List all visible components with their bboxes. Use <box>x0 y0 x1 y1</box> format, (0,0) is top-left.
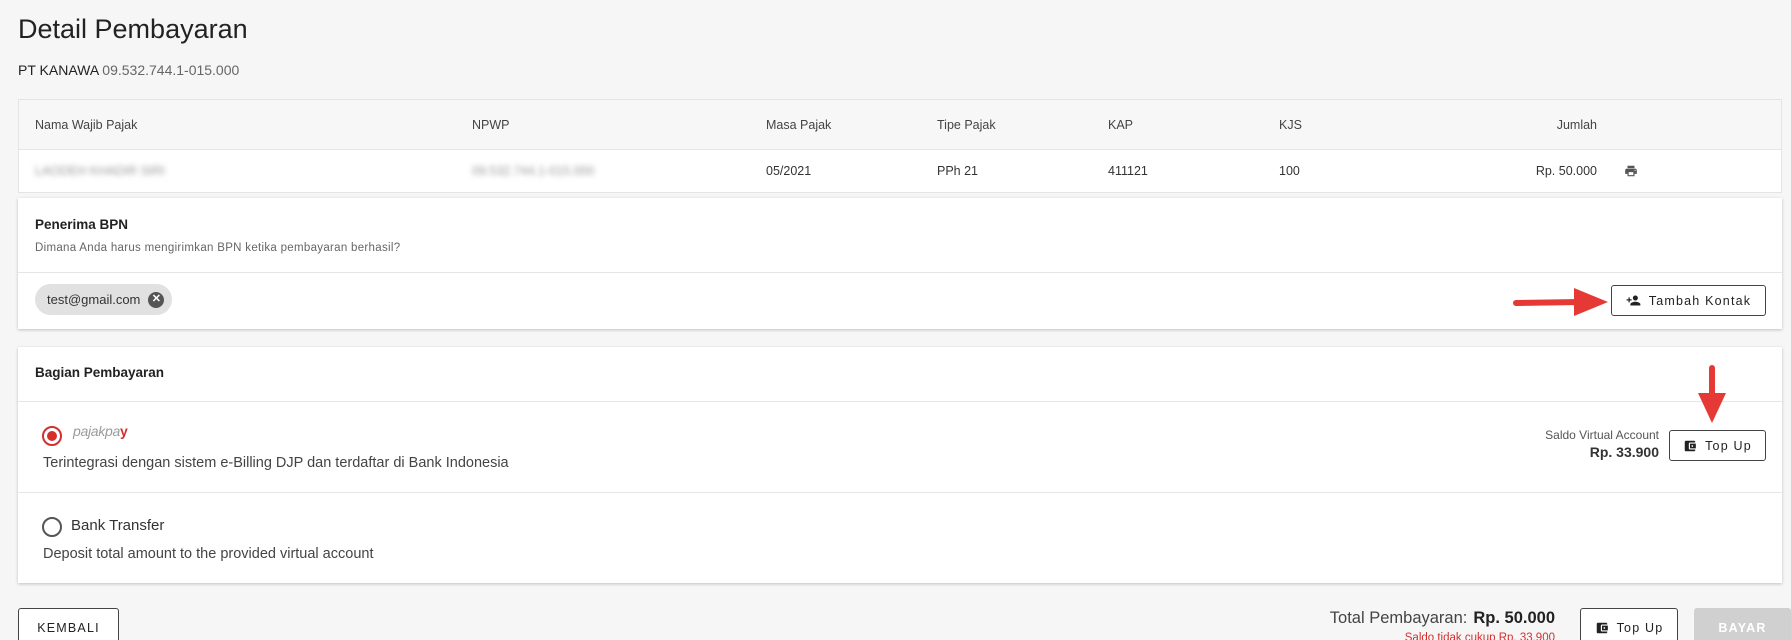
cell-npwp: 09.532.744.1-015.000 <box>472 164 595 178</box>
divider <box>18 401 1782 402</box>
pajakpay-logo: pajakpay <box>73 423 128 439</box>
cell-masa-pajak: 05/2021 <box>766 164 812 178</box>
total-value: Rp. 50.000 <box>1473 609 1555 627</box>
footer-topup-button[interactable]: Top Up <box>1580 608 1678 640</box>
divider <box>18 492 1782 493</box>
chip-remove-icon[interactable]: ✕ <box>148 291 165 308</box>
insufficient-balance-warning: Saldo tidak cukup Rp. 33.900 <box>1404 632 1555 640</box>
cell-kjs: 100 <box>1279 164 1300 178</box>
footer-topup-label: Top Up <box>1616 621 1664 635</box>
header-kap: KAP <box>1108 117 1134 132</box>
header-npwp: NPWP <box>472 117 510 132</box>
page-title: Detail Pembayaran <box>18 14 248 44</box>
header-nama: Nama Wajib Pajak <box>35 117 138 132</box>
table-header: Nama Wajib Pajak NPWP Masa Pajak Tipe Pa… <box>19 100 1781 150</box>
chip-label: test@gmail.com <box>47 292 141 307</box>
cell-tipe-pajak: PPh 21 <box>937 164 979 178</box>
radio-bank-transfer[interactable] <box>42 517 62 537</box>
company-info: PT KANAWA 09.532.744.1-015.000 <box>18 62 239 78</box>
wallet-icon <box>1596 622 1608 634</box>
add-contact-button[interactable]: Tambah Kontak <box>1611 285 1766 316</box>
cell-nama: LAODEH KHADIR SIRI <box>35 164 165 178</box>
radio-pajakpay[interactable] <box>42 426 62 446</box>
header-jumlah: Jumlah <box>1556 117 1597 132</box>
cell-jumlah: Rp. 50.000 <box>1535 164 1597 178</box>
total-label: Total Pembayaran: <box>1329 609 1468 627</box>
company-npwp: 09.532.744.1-015.000 <box>102 62 240 78</box>
header-kjs: KJS <box>1279 117 1302 132</box>
penerima-subtitle: Dimana Anda harus mengirimkan BPN ketika… <box>35 242 401 254</box>
payment-title: Bagian Pembayaran <box>35 365 165 380</box>
wallet-icon <box>1684 440 1696 451</box>
header-masa-pajak: Masa Pajak <box>766 117 832 132</box>
topup-label: Top Up <box>1705 438 1752 453</box>
company-name: PT KANAWA <box>18 62 99 78</box>
person-add-icon <box>1626 295 1641 306</box>
divider <box>18 272 1782 273</box>
cell-kap: 411121 <box>1108 164 1148 178</box>
email-chip[interactable]: test@gmail.com ✕ <box>35 284 173 315</box>
payment-card: Bagian Pembayaran pajakpay Terintegrasi … <box>18 347 1782 583</box>
pay-button[interactable]: BAYAR <box>1694 608 1791 640</box>
header-tipe-pajak: Tipe Pajak <box>937 117 996 132</box>
annotation-arrow-icon <box>1513 288 1608 316</box>
printer-icon[interactable] <box>1624 150 1638 192</box>
topup-button[interactable]: Top Up <box>1669 430 1766 461</box>
saldo-value: Rp. 33.900 <box>1589 444 1659 460</box>
bank-transfer-label: Bank Transfer <box>71 517 165 534</box>
saldo-label: Saldo Virtual Account <box>1545 428 1659 442</box>
total-payment: Total Pembayaran: Rp. 50.000 <box>1330 609 1555 628</box>
penerima-title: Penerima BPN <box>35 217 129 232</box>
table-row: LAODEH KHADIR SIRI 09.532.744.1-015.000 … <box>19 150 1781 192</box>
pajakpay-description: Terintegrasi dengan sistem e-Billing DJP… <box>43 455 509 471</box>
tax-table: Nama Wajib Pajak NPWP Masa Pajak Tipe Pa… <box>18 99 1782 193</box>
bank-transfer-description: Deposit total amount to the provided vir… <box>43 546 374 562</box>
annotation-arrow-icon <box>1698 365 1726 423</box>
add-contact-label: Tambah Kontak <box>1648 293 1752 308</box>
back-button[interactable]: KEMBALI <box>18 608 119 640</box>
